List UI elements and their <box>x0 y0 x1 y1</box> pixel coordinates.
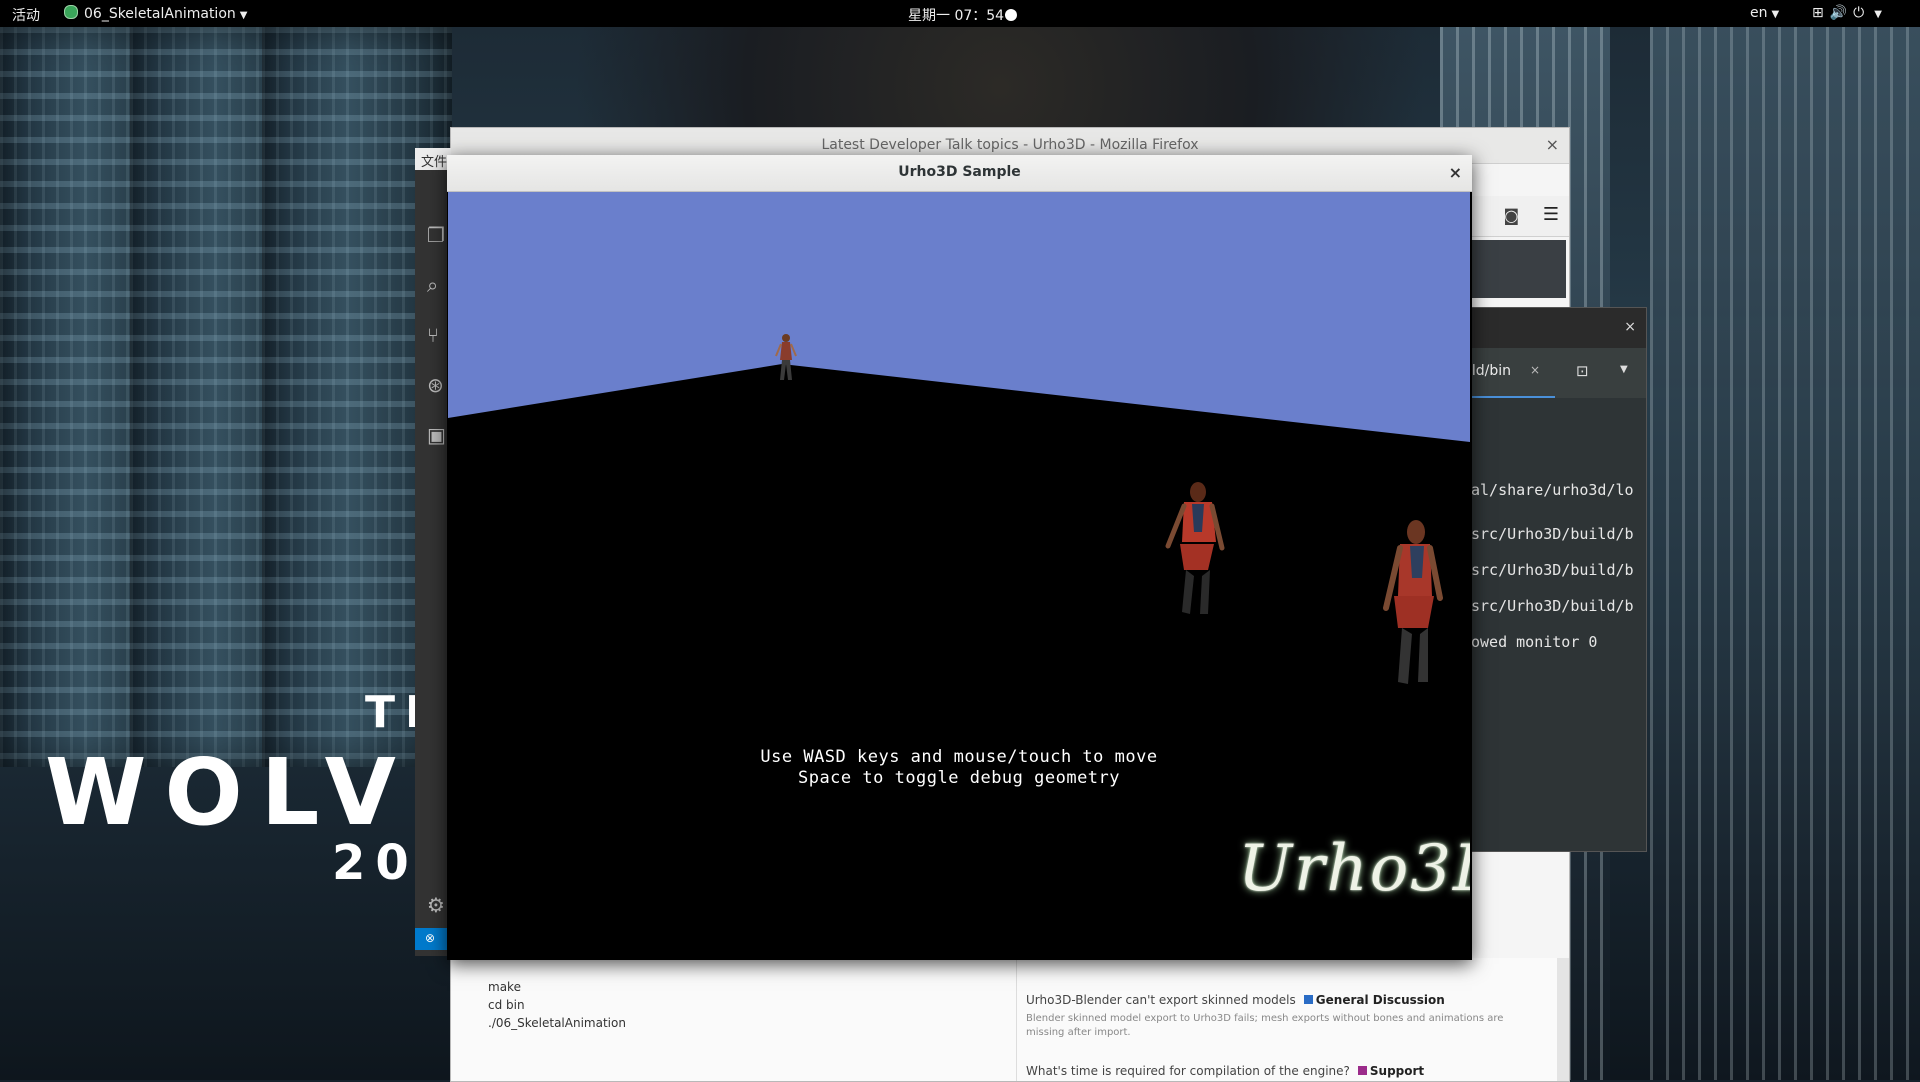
app-menu[interactable]: 06_SkeletalAnimation ▼ <box>64 5 247 22</box>
code-line: make <box>488 980 521 994</box>
code-block: make cd bin ./06_SkeletalAnimation <box>488 978 626 1032</box>
urho3d-sample-window: Urho3D Sample × Use WASD keys and mouse/… <box>447 155 1472 960</box>
forum-content: make cd bin ./06_SkeletalAnimation Urho3… <box>451 958 1569 1081</box>
app-menu-label: 06_SkeletalAnimation <box>84 6 236 22</box>
code-line: cd bin <box>488 998 525 1012</box>
source-control-icon[interactable]: ⑂ <box>427 323 439 347</box>
chevron-down-icon: ▼ <box>1874 9 1888 20</box>
tab-close-icon[interactable]: × <box>1530 363 1540 377</box>
terminal-tab[interactable]: ild/bin × <box>1458 348 1555 399</box>
hamburger-menu-icon[interactable]: ☰ <box>1543 204 1559 225</box>
firefox-window-title: Latest Developer Talk topics - Urho3D - … <box>821 137 1199 153</box>
chevron-down-icon: ▼ <box>1771 9 1780 20</box>
terminal-line: al/share/urho3d/lo <box>1471 481 1634 499</box>
gear-icon[interactable]: ⚙ <box>427 893 445 917</box>
terminal-output[interactable]: al/share/urho3d/lo src/Urho3D/build/b sr… <box>1458 398 1646 851</box>
topic-title[interactable]: Urho3D-Blender can't export skinned mode… <box>1026 993 1296 1007</box>
vscode-window: 文件 ❐ ⌕ ⑂ ⊛ ▣ ⚙ ⊗ <box>415 148 451 956</box>
topic-item[interactable]: What's time is required for compilation … <box>1026 1064 1424 1078</box>
new-tab-icon[interactable]: ⊡ <box>1576 362 1589 380</box>
top-bar: 活动 06_SkeletalAnimation ▼ 星期一 07：54 en ▼ ⊞… <box>0 0 1920 27</box>
terminal-tab-label: ild/bin <box>1468 363 1512 379</box>
render-viewport[interactable]: Use WASD keys and mouse/touch to move Sp… <box>448 192 1470 959</box>
topic-item[interactable]: Urho3D-Blender can't export skinned mode… <box>1026 993 1445 1007</box>
terminal-line: src/Urho3D/build/b <box>1471 561 1634 579</box>
network-icon: ⊞ <box>1812 5 1830 21</box>
urho3d-window-title: Urho3D Sample <box>898 164 1021 180</box>
topic-category[interactable]: Support <box>1370 1064 1424 1078</box>
terminal-line: owed monitor 0 <box>1471 633 1598 651</box>
chevron-down-icon: ▼ <box>239 10 248 21</box>
forum-header-bar <box>1456 240 1566 298</box>
extensions-icon[interactable]: ▣ <box>427 423 446 447</box>
instructions-line1: Use WASD keys and mouse/touch to move <box>760 747 1158 767</box>
code-line: ./06_SkeletalAnimation <box>488 1016 626 1030</box>
topic-category[interactable]: General Discussion <box>1316 993 1445 1007</box>
urho3d-titlebar[interactable]: Urho3D Sample × <box>447 155 1472 192</box>
category-badge-icon <box>1303 995 1313 1004</box>
power-icon: ⏻ <box>1853 5 1871 21</box>
menu-bar: 文件 <box>415 148 451 170</box>
keyboard-layout-label: en <box>1750 5 1768 21</box>
terminal-line: src/Urho3D/build/b <box>1471 597 1634 615</box>
debug-icon[interactable]: ⊛ <box>427 373 444 397</box>
error-icon[interactable]: ⊗ <box>425 931 435 945</box>
terminal-tab-bar: ild/bin × ⊡ ▼ <box>1458 348 1646 399</box>
topic-excerpt: Blender skinned model export to Urho3D f… <box>1026 1013 1504 1038</box>
terminal-close-button[interactable]: × <box>1624 319 1636 335</box>
app-icon <box>64 5 78 19</box>
topic-title[interactable]: What's time is required for compilation … <box>1026 1064 1350 1078</box>
notification-dot-icon <box>1005 9 1018 21</box>
status-bar: ⊗ <box>415 928 451 950</box>
wallpaper-title-line3: 20 <box>332 835 419 891</box>
volume-icon: 🔊 <box>1829 5 1854 21</box>
terminal-titlebar[interactable]: × <box>1458 308 1646 348</box>
firefox-scrollbar[interactable] <box>1557 958 1569 1081</box>
instructions-text: Use WASD keys and mouse/touch to move Sp… <box>448 747 1470 789</box>
pocket-icon[interactable]: ◙ <box>1503 206 1519 225</box>
category-badge-icon <box>1357 1066 1367 1075</box>
system-tray[interactable]: ⊞🔊⏻ ▼ <box>1812 5 1888 21</box>
explorer-icon[interactable]: ❐ <box>427 223 445 247</box>
terminal-window: × ild/bin × ⊡ ▼ al/share/urho3d/lo src/U… <box>1457 307 1647 852</box>
terminal-line: src/Urho3D/build/b <box>1471 525 1634 543</box>
divider <box>1016 958 1017 1081</box>
clock-label: 星期一 07：54 <box>908 8 1005 24</box>
urho3d-close-button[interactable]: × <box>1449 163 1462 182</box>
urho3d-logo: Urho3D <box>1238 832 1470 906</box>
wallpaper-building <box>1650 27 1920 1080</box>
search-icon[interactable]: ⌕ <box>427 273 438 297</box>
menu-file[interactable]: 文件 <box>421 151 447 170</box>
keyboard-layout-menu[interactable]: en ▼ <box>1750 5 1779 21</box>
chevron-down-icon[interactable]: ▼ <box>1620 364 1628 375</box>
activities-button[interactable]: 活动 <box>12 5 40 25</box>
instructions-line2: Space to toggle debug geometry <box>797 768 1121 788</box>
clock[interactable]: 星期一 07：54 <box>908 5 1018 25</box>
firefox-close-button[interactable]: × <box>1546 135 1559 154</box>
